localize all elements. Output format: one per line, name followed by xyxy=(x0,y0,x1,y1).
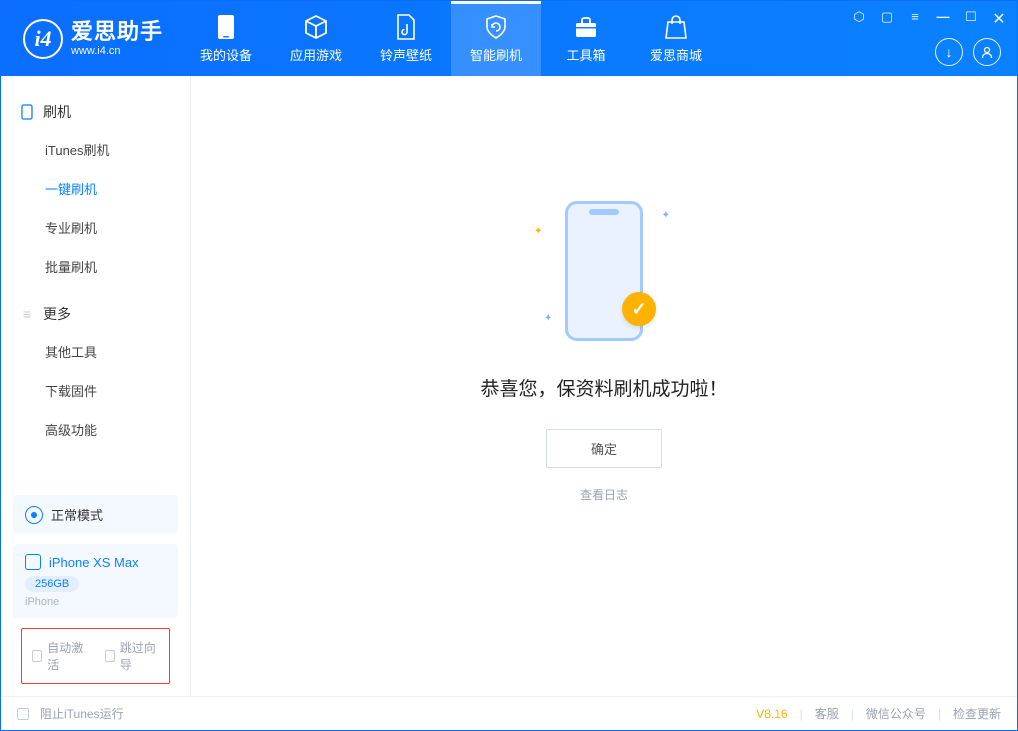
separator: | xyxy=(938,707,941,721)
shield-refresh-icon xyxy=(482,13,510,41)
menu-icon[interactable]: ≡ xyxy=(907,9,923,29)
tab-toolbox[interactable]: 工具箱 xyxy=(541,1,631,76)
checkbox-icon xyxy=(32,650,42,662)
sidebar-item-oneclick-flash[interactable]: 一键刷机 xyxy=(1,169,190,208)
phone-icon xyxy=(19,104,35,120)
header-actions: ↓ xyxy=(935,38,1001,66)
sparkle-icon: ✦ xyxy=(534,226,542,237)
sidebar-bottom: 正常模式 iPhone XS Max 256GB iPhone 自动激活 xyxy=(1,495,190,696)
sidebar-item-pro-flash[interactable]: 专业刷机 xyxy=(1,208,190,247)
tab-label: 工具箱 xyxy=(567,45,606,64)
body: 刷机 iTunes刷机 一键刷机 专业刷机 批量刷机 ≡ 更多 其他工具 下载固… xyxy=(1,76,1017,696)
lock-icon[interactable]: ▢ xyxy=(879,9,895,29)
main-content: ✓ ✦ ✦ ✦ 恭喜您，保资料刷机成功啦！ 确定 查看日志 xyxy=(191,76,1017,696)
tab-store[interactable]: 爱思商城 xyxy=(631,1,721,76)
tshirt-icon[interactable]: ⬡ xyxy=(851,9,867,29)
sidebar-section-flash: 刷机 iTunes刷机 一键刷机 专业刷机 批量刷机 xyxy=(1,94,190,286)
tab-label: 爱思商城 xyxy=(650,45,702,64)
checkbox-auto-activate[interactable]: 自动激活 xyxy=(32,639,87,673)
checkbox-icon xyxy=(17,708,29,720)
minimize-icon[interactable]: — xyxy=(935,9,951,29)
checkbox-label: 跳过向导 xyxy=(120,639,159,673)
checkbox-skip-guide[interactable]: 跳过向导 xyxy=(105,639,160,673)
sidebar-item-advanced[interactable]: 高级功能 xyxy=(1,410,190,449)
user-icon[interactable] xyxy=(973,38,1001,66)
close-icon[interactable]: ✕ xyxy=(991,9,1007,29)
cube-icon xyxy=(302,13,330,41)
nav-tabs: 我的设备 应用游戏 铃声壁纸 智能刷机 工具箱 爱思商城 xyxy=(181,1,721,76)
ok-button[interactable]: 确定 xyxy=(546,429,662,468)
checkbox-icon xyxy=(105,650,115,662)
app-subtitle: www.i4.cn xyxy=(71,45,163,57)
device-capacity: 256GB xyxy=(25,576,79,592)
checkbox-label: 阻止iTunes运行 xyxy=(40,705,124,722)
mode-card[interactable]: 正常模式 xyxy=(13,495,178,534)
device-phone-icon xyxy=(25,554,41,570)
sparkle-icon: ✦ xyxy=(544,313,552,324)
footer: 阻止iTunes运行 V8.16 | 客服 | 微信公众号 | 检查更新 xyxy=(1,696,1017,730)
maximize-icon[interactable]: ☐ xyxy=(963,9,979,29)
toolbox-icon xyxy=(572,13,600,41)
success-title: 恭喜您，保资料刷机成功啦！ xyxy=(480,374,727,401)
sidebar-section-more: ≡ 更多 其他工具 下载固件 高级功能 xyxy=(1,296,190,449)
sidebar-item-itunes-flash[interactable]: iTunes刷机 xyxy=(1,130,190,169)
check-badge-icon: ✓ xyxy=(622,292,656,326)
sidebar-header-flash: 刷机 xyxy=(1,94,190,130)
success-illustration: ✓ ✦ ✦ ✦ xyxy=(514,196,694,346)
tab-apps-games[interactable]: 应用游戏 xyxy=(271,1,361,76)
download-icon[interactable]: ↓ xyxy=(935,38,963,66)
view-log-link[interactable]: 查看日志 xyxy=(580,486,628,503)
tab-smart-flash[interactable]: 智能刷机 xyxy=(451,1,541,76)
tab-my-device[interactable]: 我的设备 xyxy=(181,1,271,76)
bag-icon xyxy=(662,13,690,41)
logo: i4 爱思助手 www.i4.cn xyxy=(1,19,181,59)
options-row: 自动激活 跳过向导 xyxy=(21,628,170,684)
sparkle-icon: ✦ xyxy=(662,210,670,221)
tab-ringtone-wallpaper[interactable]: 铃声壁纸 xyxy=(361,1,451,76)
app-title: 爱思助手 xyxy=(71,20,163,44)
music-file-icon xyxy=(392,13,420,41)
footer-link-wechat[interactable]: 微信公众号 xyxy=(866,705,926,722)
tab-label: 铃声壁纸 xyxy=(380,45,432,64)
version-label: V8.16 xyxy=(756,707,787,721)
checkbox-block-itunes[interactable]: 阻止iTunes运行 xyxy=(17,705,124,722)
device-card[interactable]: iPhone XS Max 256GB iPhone xyxy=(13,544,178,618)
tab-label: 智能刷机 xyxy=(470,45,522,64)
section-title: 刷机 xyxy=(43,102,71,122)
device-name: iPhone XS Max xyxy=(49,555,139,570)
footer-link-service[interactable]: 客服 xyxy=(815,705,839,722)
mode-dot-icon xyxy=(25,506,43,524)
app-window: i4 爱思助手 www.i4.cn 我的设备 应用游戏 铃声壁纸 智能刷机 xyxy=(0,0,1018,731)
tab-label: 我的设备 xyxy=(200,45,252,64)
sidebar-item-other-tools[interactable]: 其他工具 xyxy=(1,332,190,371)
footer-right: V8.16 | 客服 | 微信公众号 | 检查更新 xyxy=(756,705,1001,722)
list-icon: ≡ xyxy=(19,306,35,322)
sidebar: 刷机 iTunes刷机 一键刷机 专业刷机 批量刷机 ≡ 更多 其他工具 下载固… xyxy=(1,76,191,696)
sidebar-header-more: ≡ 更多 xyxy=(1,296,190,332)
device-type: iPhone xyxy=(25,596,166,608)
checkbox-label: 自动激活 xyxy=(47,639,86,673)
separator: | xyxy=(851,707,854,721)
separator: | xyxy=(800,707,803,721)
mode-label: 正常模式 xyxy=(51,505,103,524)
logo-icon: i4 xyxy=(23,19,63,59)
window-controls: ⬡ ▢ ≡ — ☐ ✕ xyxy=(851,9,1007,29)
section-title: 更多 xyxy=(43,304,71,324)
footer-link-update[interactable]: 检查更新 xyxy=(953,705,1001,722)
device-icon xyxy=(212,13,240,41)
tab-label: 应用游戏 xyxy=(290,45,342,64)
header: i4 爱思助手 www.i4.cn 我的设备 应用游戏 铃声壁纸 智能刷机 xyxy=(1,1,1017,76)
sidebar-item-batch-flash[interactable]: 批量刷机 xyxy=(1,247,190,286)
sidebar-item-download-firmware[interactable]: 下载固件 xyxy=(1,371,190,410)
